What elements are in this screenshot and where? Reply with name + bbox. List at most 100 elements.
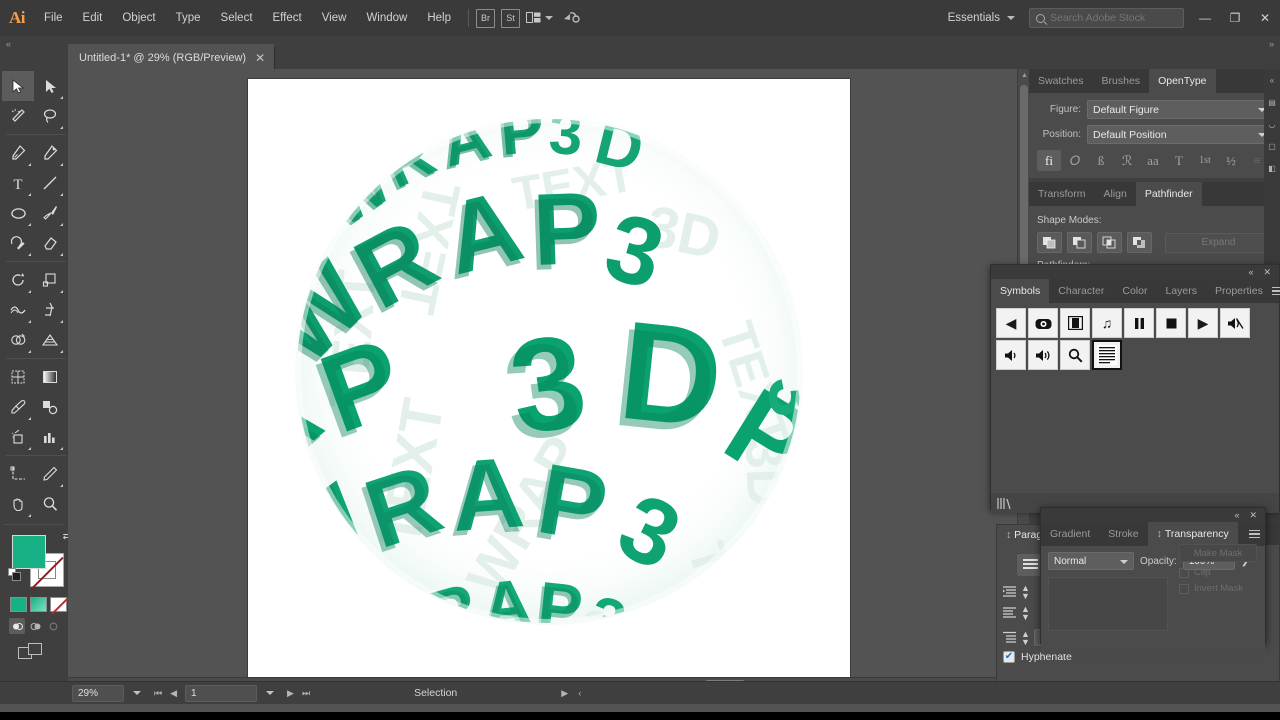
prev-artboard-icon[interactable]: ◀	[166, 688, 181, 699]
width-tool[interactable]	[2, 295, 34, 325]
stock-button[interactable]: St	[501, 9, 520, 28]
blend-tool[interactable]	[34, 392, 66, 422]
gradient-mode-button[interactable]	[30, 597, 47, 612]
figure-select[interactable]: Default Figure	[1087, 100, 1272, 119]
tab-align[interactable]: Align	[1094, 182, 1135, 206]
restore-button[interactable]: ❐	[1220, 4, 1250, 32]
pen-tool[interactable]	[2, 138, 34, 168]
tab-properties[interactable]: Properties	[1206, 279, 1272, 303]
indent-right-stepper[interactable]: ▲▼	[1021, 605, 1030, 621]
symbol-camera[interactable]	[1028, 308, 1058, 338]
symbols-close-icon[interactable]: ✕	[1263, 267, 1271, 278]
rotate-tool[interactable]	[2, 265, 34, 295]
arrange-chevron-down-icon[interactable]	[545, 16, 553, 20]
menu-effect[interactable]: Effect	[263, 0, 312, 36]
menu-window[interactable]: Window	[356, 0, 417, 36]
indent-left-stepper[interactable]: ▲▼	[1021, 584, 1030, 600]
tab-opentype[interactable]: OpenType	[1149, 69, 1215, 93]
tab-pathfinder[interactable]: Pathfinder	[1136, 182, 1202, 206]
eyedropper-tool[interactable]	[2, 392, 34, 422]
tab-color[interactable]: Color	[1113, 279, 1156, 303]
type-tool[interactable]: T	[2, 168, 34, 198]
change-screen-mode-button[interactable]	[18, 643, 44, 661]
clip-checkbox[interactable]	[1179, 568, 1189, 578]
arrange-documents-icon[interactable]	[526, 11, 541, 26]
document-tab[interactable]: Untitled-1* @ 29% (RGB/Preview) ✕	[68, 44, 275, 69]
stock-search-field[interactable]	[1029, 8, 1184, 28]
symbol-arrow-left[interactable]: ◀	[996, 308, 1026, 338]
symbols-empty-area[interactable]	[991, 375, 1279, 493]
minimize-button[interactable]: —	[1190, 4, 1220, 32]
wrap-3d-text-artwork[interactable]: TEXT TEXT TEXT WRAP 3D TEXT 3D TEXT TEXT…	[248, 79, 850, 683]
transparency-panel-titlebar[interactable]: « ✕	[1041, 508, 1265, 522]
rail-swatches-icon[interactable]: ▤	[1264, 91, 1280, 113]
rail-collapse-icon[interactable]: «	[1264, 69, 1280, 91]
unite-icon[interactable]	[1037, 232, 1062, 253]
rail-libraries-icon[interactable]: ◧	[1264, 157, 1280, 179]
gradient-tool[interactable]	[34, 362, 66, 392]
tab-stroke[interactable]: Stroke	[1099, 522, 1147, 546]
hyphenate-checkbox[interactable]: ✔	[1003, 651, 1015, 663]
minus-front-icon[interactable]	[1067, 232, 1092, 253]
direct-selection-tool[interactable]	[34, 71, 66, 101]
stylistic-alternates-icon[interactable]: aa	[1141, 150, 1165, 171]
artboard[interactable]: TEXT TEXT TEXT WRAP 3D TEXT 3D TEXT TEXT…	[248, 79, 850, 683]
color-mode-button[interactable]	[10, 597, 27, 612]
zoom-level-field[interactable]: 29%	[72, 685, 124, 702]
artboard-tool[interactable]	[2, 459, 34, 489]
menu-edit[interactable]: Edit	[73, 0, 113, 36]
invert-mask-checkbox[interactable]	[1179, 584, 1189, 594]
symbol-music-note[interactable]: ♫	[1092, 308, 1122, 338]
symbol-search[interactable]	[1060, 340, 1090, 370]
symbol-volume-high[interactable]	[1028, 340, 1058, 370]
tab-character[interactable]: Character	[1049, 279, 1113, 303]
transparency-panel-menu-icon[interactable]	[1243, 522, 1265, 546]
slice-tool[interactable]	[34, 459, 66, 489]
draw-normal-button[interactable]	[9, 618, 25, 634]
symbol-mute[interactable]	[1220, 308, 1250, 338]
status-back-icon[interactable]: ‹	[578, 688, 581, 699]
exclude-icon[interactable]	[1127, 232, 1152, 253]
none-mode-button[interactable]	[50, 597, 67, 612]
column-graph-tool[interactable]	[34, 422, 66, 452]
selection-tool[interactable]	[2, 71, 34, 101]
tab-layers[interactable]: Layers	[1156, 279, 1206, 303]
draw-behind-button[interactable]	[27, 618, 43, 634]
contextual-alternates-icon[interactable]: 𝑂	[1063, 150, 1087, 171]
invert-mask-checkbox-row[interactable]: Invert Mask	[1179, 583, 1257, 594]
dock-expand-button[interactable]: »	[1269, 36, 1280, 49]
symbol-stop[interactable]	[1156, 308, 1186, 338]
symbol-film[interactable]	[1060, 308, 1090, 338]
fractions-icon[interactable]: ½	[1219, 150, 1243, 171]
next-artboard-icon[interactable]: ▶	[283, 688, 298, 699]
scroll-up-arrow-icon[interactable]: ▲	[1021, 72, 1028, 79]
line-segment-tool[interactable]	[34, 168, 66, 198]
shape-builder-tool[interactable]	[2, 325, 34, 355]
menu-object[interactable]: Object	[112, 0, 165, 36]
draw-inside-button[interactable]	[45, 618, 61, 634]
symbol-text-block[interactable]	[1092, 340, 1122, 370]
default-fill-stroke-icon[interactable]	[8, 568, 22, 587]
lasso-tool[interactable]	[34, 101, 66, 131]
tab-gradient[interactable]: Gradient	[1041, 522, 1099, 546]
tab-brushes[interactable]: Brushes	[1093, 69, 1150, 93]
swash-icon[interactable]: ℛ	[1115, 150, 1139, 171]
magic-wand-tool[interactable]	[2, 101, 34, 131]
shaper-tool[interactable]	[2, 228, 34, 258]
canvas-area[interactable]: TEXT TEXT TEXT WRAP 3D TEXT 3D TEXT TEXT…	[68, 69, 1029, 689]
bridge-button[interactable]: Br	[476, 9, 495, 28]
mesh-tool[interactable]	[2, 362, 34, 392]
tab-transparency[interactable]: ↕Transparency	[1148, 522, 1238, 546]
symbol-volume-low[interactable]	[996, 340, 1026, 370]
first-artboard-icon[interactable]: ⏮	[150, 688, 166, 699]
menu-help[interactable]: Help	[417, 0, 461, 36]
menu-file[interactable]: File	[34, 0, 73, 36]
blend-mode-select[interactable]: Normal	[1048, 552, 1134, 570]
rail-symbols-icon[interactable]: ▢	[1264, 135, 1280, 157]
artboard-chevron-down-icon[interactable]	[266, 691, 274, 695]
scale-tool[interactable]	[34, 265, 66, 295]
make-mask-button[interactable]: Make Mask	[1179, 544, 1257, 562]
curvature-tool[interactable]	[34, 138, 66, 168]
symbols-panel-menu-icon[interactable]	[1272, 279, 1280, 303]
fill-swatch[interactable]	[12, 535, 46, 569]
